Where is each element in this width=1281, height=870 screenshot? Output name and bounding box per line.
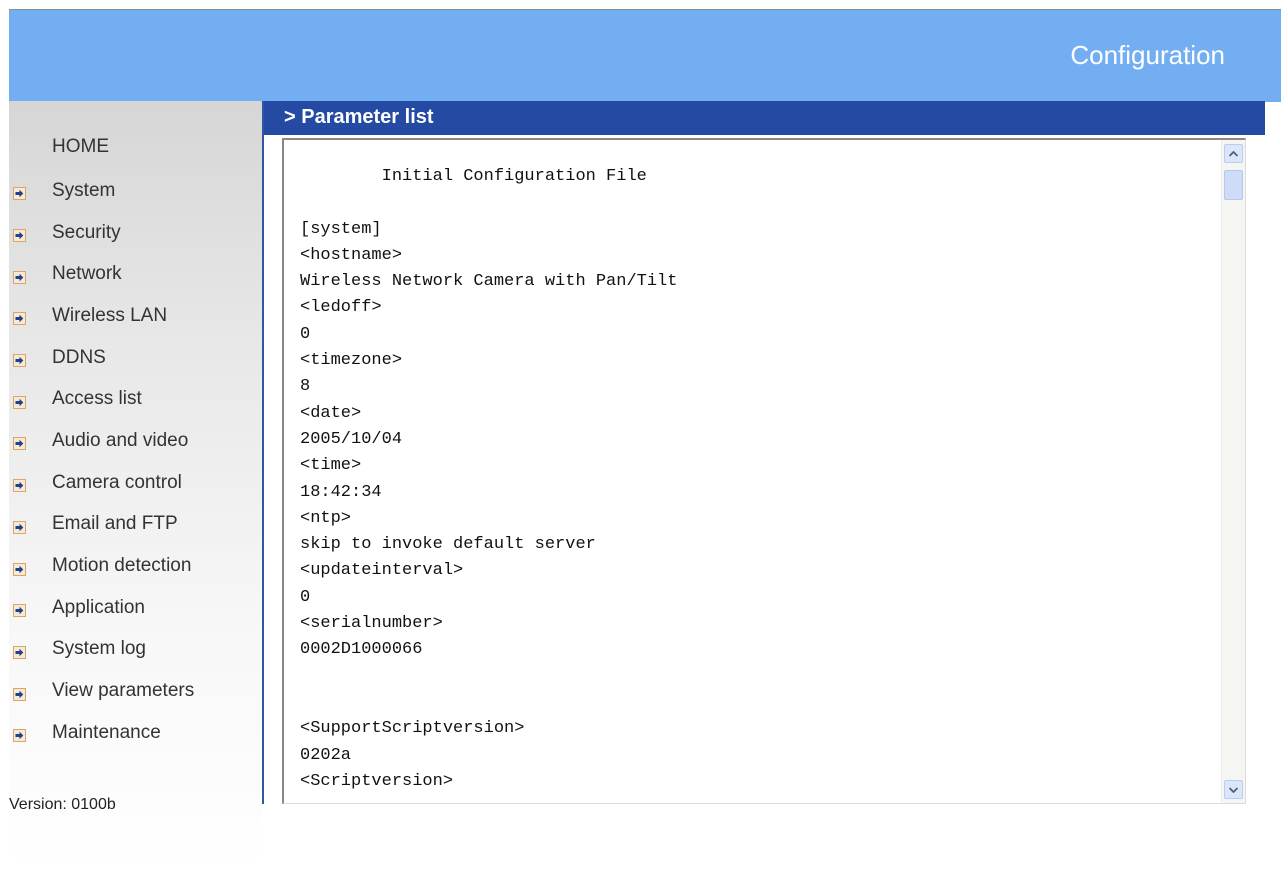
- sidebar-item-motion-detection[interactable]: Motion detection: [13, 545, 194, 587]
- sidebar-item-label: Application: [52, 596, 145, 618]
- sidebar-item-label: Access list: [52, 388, 142, 410]
- arrow-bullet-icon: [13, 562, 26, 576]
- sidebar-item-system[interactable]: System: [13, 170, 194, 212]
- arrow-bullet-icon: [13, 604, 26, 618]
- arrow-bullet-icon: [13, 354, 26, 368]
- arrow-bullet-icon: [13, 437, 26, 451]
- panel-header: > Parameter list: [264, 101, 1265, 135]
- sidebar-item-view-parameters[interactable]: View parameters: [13, 670, 194, 712]
- sidebar-divider: [262, 101, 264, 804]
- arrow-bullet-icon: [13, 520, 26, 534]
- sidebar-item-label: DDNS: [52, 346, 106, 368]
- sidebar-item-home[interactable]: HOME: [52, 136, 109, 158]
- sidebar-item-maintenance[interactable]: Maintenance: [13, 712, 194, 754]
- arrow-bullet-icon: [13, 395, 26, 409]
- arrow-bullet-icon: [13, 729, 26, 743]
- sidebar-item-application[interactable]: Application: [13, 587, 194, 629]
- sidebar-item-wireless-lan[interactable]: Wireless LAN: [13, 295, 194, 337]
- sidebar-item-access-list[interactable]: Access list: [13, 378, 194, 420]
- arrow-bullet-icon: [13, 479, 26, 493]
- sidebar-item-label: Camera control: [52, 471, 182, 493]
- panel-title: > Parameter list: [284, 106, 434, 128]
- chevron-up-icon[interactable]: [1224, 144, 1243, 163]
- version-label: Version: 0100b: [9, 796, 116, 813]
- sidebar-item-label: Audio and video: [52, 429, 189, 451]
- arrow-bullet-icon: [13, 270, 26, 284]
- sidebar-item-audio-and-video[interactable]: Audio and video: [13, 420, 194, 462]
- sidebar-nav: System Security Network Wireless LAN DDNS Acc…: [13, 170, 194, 754]
- vertical-scrollbar[interactable]: [1221, 140, 1245, 803]
- arrow-bullet-icon: [13, 187, 26, 201]
- page-title: Configuration: [1070, 40, 1225, 70]
- sidebar-item-label: Email and FTP: [52, 513, 178, 535]
- sidebar-item-label: System log: [52, 638, 146, 660]
- chevron-down-icon[interactable]: [1224, 780, 1243, 799]
- sidebar-item-label: System: [52, 179, 116, 201]
- sidebar-item-network[interactable]: Network: [13, 253, 194, 295]
- sidebar-item-label: Wireless LAN: [52, 304, 168, 326]
- scrollbar-thumb[interactable]: [1224, 170, 1243, 200]
- page-header: Configuration: [9, 9, 1281, 102]
- sidebar-item-system-log[interactable]: System log: [13, 629, 194, 671]
- window-frame-left: [0, 0, 9, 870]
- sidebar-item-label: Security: [52, 221, 121, 243]
- sidebar-item-camera-control[interactable]: Camera control: [13, 462, 194, 504]
- parameter-list-textarea[interactable]: Initial Configuration File [system] <hos…: [282, 138, 1246, 804]
- arrow-bullet-icon: [13, 645, 26, 659]
- sidebar-item-email-and-ftp[interactable]: Email and FTP: [13, 504, 194, 546]
- sidebar-item-ddns[interactable]: DDNS: [13, 337, 194, 379]
- parameter-list-content: Initial Configuration File [system] <hos…: [300, 167, 678, 791]
- sidebar-item-label: Maintenance: [52, 721, 161, 743]
- sidebar-item-label: View parameters: [52, 680, 195, 702]
- window-frame-top: [0, 0, 1281, 9]
- sidebar-item-label: Network: [52, 263, 122, 285]
- arrow-bullet-icon: [13, 687, 26, 701]
- arrow-bullet-icon: [13, 312, 26, 326]
- arrow-bullet-icon: [13, 229, 26, 243]
- sidebar-item-label: Motion detection: [52, 555, 192, 577]
- sidebar-item-security[interactable]: Security: [13, 212, 194, 254]
